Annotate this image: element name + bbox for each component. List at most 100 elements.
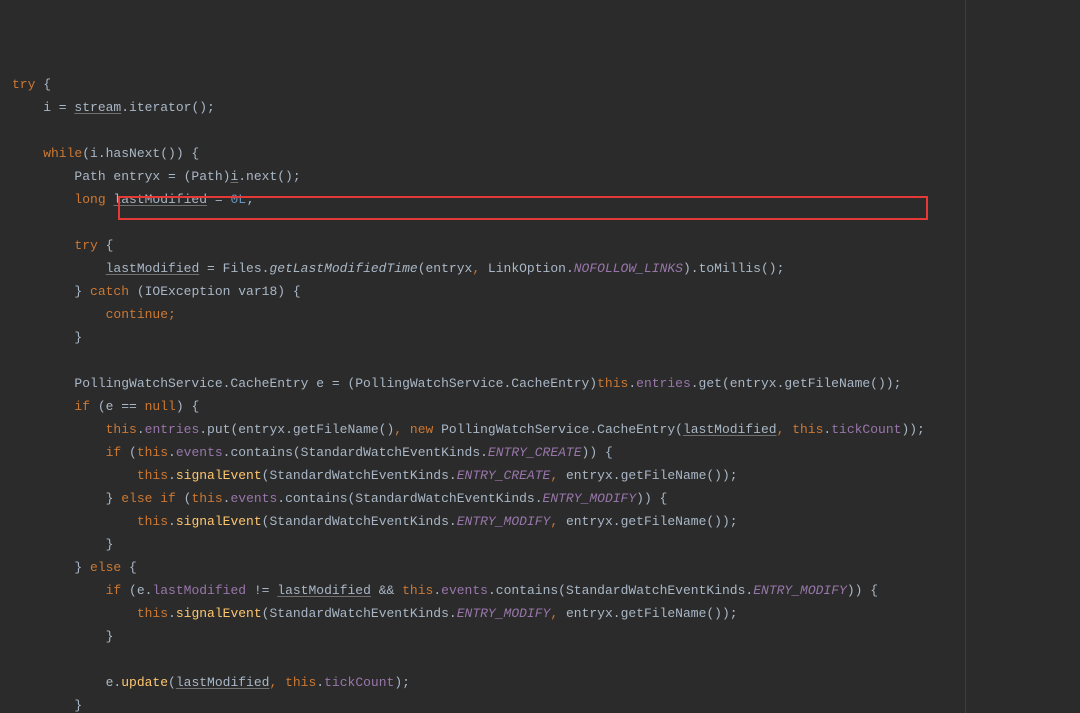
code-line: if (this.events.contains(StandardWatchEv… xyxy=(12,441,1080,464)
code-token: ; xyxy=(246,192,254,207)
code-token: = xyxy=(207,192,230,207)
code-token: e. xyxy=(12,675,121,690)
code-token: . xyxy=(168,606,176,621)
code-token: , new xyxy=(394,422,433,437)
code-token: PollingWatchService.CacheEntry e = (Poll… xyxy=(12,376,597,391)
code-line: e.update(lastModified, this.tickCount); xyxy=(12,671,1080,694)
right-margin-ruler xyxy=(965,0,966,713)
code-token: (entryx xyxy=(418,261,473,276)
code-token: . xyxy=(433,583,441,598)
code-token: } xyxy=(12,537,113,552)
code-token: lastModified xyxy=(113,192,207,207)
code-line: Path entryx = (Path)i.next(); xyxy=(12,165,1080,188)
code-line: try { xyxy=(12,73,1080,96)
code-token: long xyxy=(12,192,113,207)
code-token: tickCount xyxy=(324,675,394,690)
code-token: ENTRY_MODIFY xyxy=(457,514,551,529)
code-token: this xyxy=(792,422,823,437)
code-token: = Files. xyxy=(199,261,269,276)
code-line: } xyxy=(12,625,1080,648)
code-line xyxy=(12,119,1080,142)
code-token: ( xyxy=(121,445,137,460)
code-token: lastModified xyxy=(106,261,200,276)
code-line: PollingWatchService.CacheEntry e = (Poll… xyxy=(12,372,1080,395)
code-line: i = stream.iterator(); xyxy=(12,96,1080,119)
code-token: , xyxy=(550,468,558,483)
code-token: this xyxy=(402,583,433,598)
code-token: this xyxy=(191,491,222,506)
code-token: .next(); xyxy=(238,169,300,184)
code-token: stream xyxy=(74,100,121,115)
code-line: this.signalEvent(StandardWatchEventKinds… xyxy=(12,602,1080,625)
code-token: .put(entryx.getFileName() xyxy=(199,422,394,437)
code-token: , xyxy=(550,514,558,529)
code-token: signalEvent xyxy=(176,606,262,621)
code-token: } xyxy=(12,491,121,506)
code-token: . xyxy=(168,514,176,529)
code-line: } xyxy=(12,533,1080,556)
code-token: } xyxy=(12,560,90,575)
code-token: events xyxy=(441,583,488,598)
code-editor[interactable]: try { i = stream.iterator(); while(i.has… xyxy=(0,0,1080,713)
code-token: LinkOption. xyxy=(480,261,574,276)
code-line: } catch (IOException var18) { xyxy=(12,280,1080,303)
code-token: ENTRY_MODIFY xyxy=(753,583,847,598)
code-token: ( xyxy=(176,491,192,506)
code-token: events xyxy=(176,445,223,460)
code-token: entryx.getFileName()); xyxy=(558,606,737,621)
code-token: } xyxy=(12,629,113,644)
code-token: i = xyxy=(12,100,74,115)
code-token: ) { xyxy=(176,399,199,414)
code-token: signalEvent xyxy=(176,514,262,529)
code-token: { xyxy=(98,238,114,253)
code-token: (StandardWatchEventKinds. xyxy=(262,468,457,483)
code-token: .contains(StandardWatchEventKinds. xyxy=(488,583,753,598)
code-token: entryx.getFileName()); xyxy=(558,468,737,483)
code-token: (i.hasNext()) { xyxy=(82,146,199,161)
code-token: (StandardWatchEventKinds. xyxy=(262,606,457,621)
code-token: , xyxy=(472,261,480,276)
code-line: long lastModified = 0L; xyxy=(12,188,1080,211)
code-line: continue; xyxy=(12,303,1080,326)
code-token: signalEvent xyxy=(176,468,262,483)
code-line: while(i.hasNext()) { xyxy=(12,142,1080,165)
code-token: Path entryx = (Path) xyxy=(12,169,230,184)
code-token: this xyxy=(597,376,628,391)
code-body: try { i = stream.iterator(); while(i.has… xyxy=(12,73,1080,713)
code-token: . xyxy=(316,675,324,690)
code-token: { xyxy=(121,560,137,575)
code-token: , xyxy=(550,606,558,621)
code-token: this xyxy=(12,606,168,621)
code-token: (StandardWatchEventKinds. xyxy=(262,514,457,529)
code-token: .contains(StandardWatchEventKinds. xyxy=(223,445,488,460)
code-token: NOFOLLOW_LINKS xyxy=(574,261,683,276)
code-token: .contains(StandardWatchEventKinds. xyxy=(277,491,542,506)
code-token: . xyxy=(137,422,145,437)
code-token: this xyxy=(12,468,168,483)
code-token: this xyxy=(137,445,168,460)
code-token: lastModified xyxy=(683,422,777,437)
code-token: PollingWatchService.CacheEntry( xyxy=(433,422,683,437)
code-token: entryx.getFileName()); xyxy=(558,514,737,529)
code-token: .get(entryx.getFileName()); xyxy=(691,376,902,391)
code-token: events xyxy=(230,491,277,506)
code-token: } xyxy=(12,698,82,713)
code-token: ( xyxy=(168,675,176,690)
code-token: ENTRY_MODIFY xyxy=(457,606,551,621)
code-token: this xyxy=(12,514,168,529)
code-line: this.signalEvent(StandardWatchEventKinds… xyxy=(12,510,1080,533)
code-token: } xyxy=(12,284,90,299)
code-token xyxy=(12,261,106,276)
code-token: lastModified xyxy=(176,675,270,690)
code-token: else xyxy=(90,560,121,575)
code-token: try xyxy=(12,77,35,92)
code-token: { xyxy=(35,77,51,92)
code-token: continue; xyxy=(12,307,176,322)
code-token: lastModified xyxy=(152,583,246,598)
code-line: try { xyxy=(12,234,1080,257)
code-token: (e == xyxy=(90,399,145,414)
code-token: else if xyxy=(121,491,176,506)
code-token: if xyxy=(12,445,121,460)
code-token: this xyxy=(285,675,316,690)
code-line xyxy=(12,211,1080,234)
